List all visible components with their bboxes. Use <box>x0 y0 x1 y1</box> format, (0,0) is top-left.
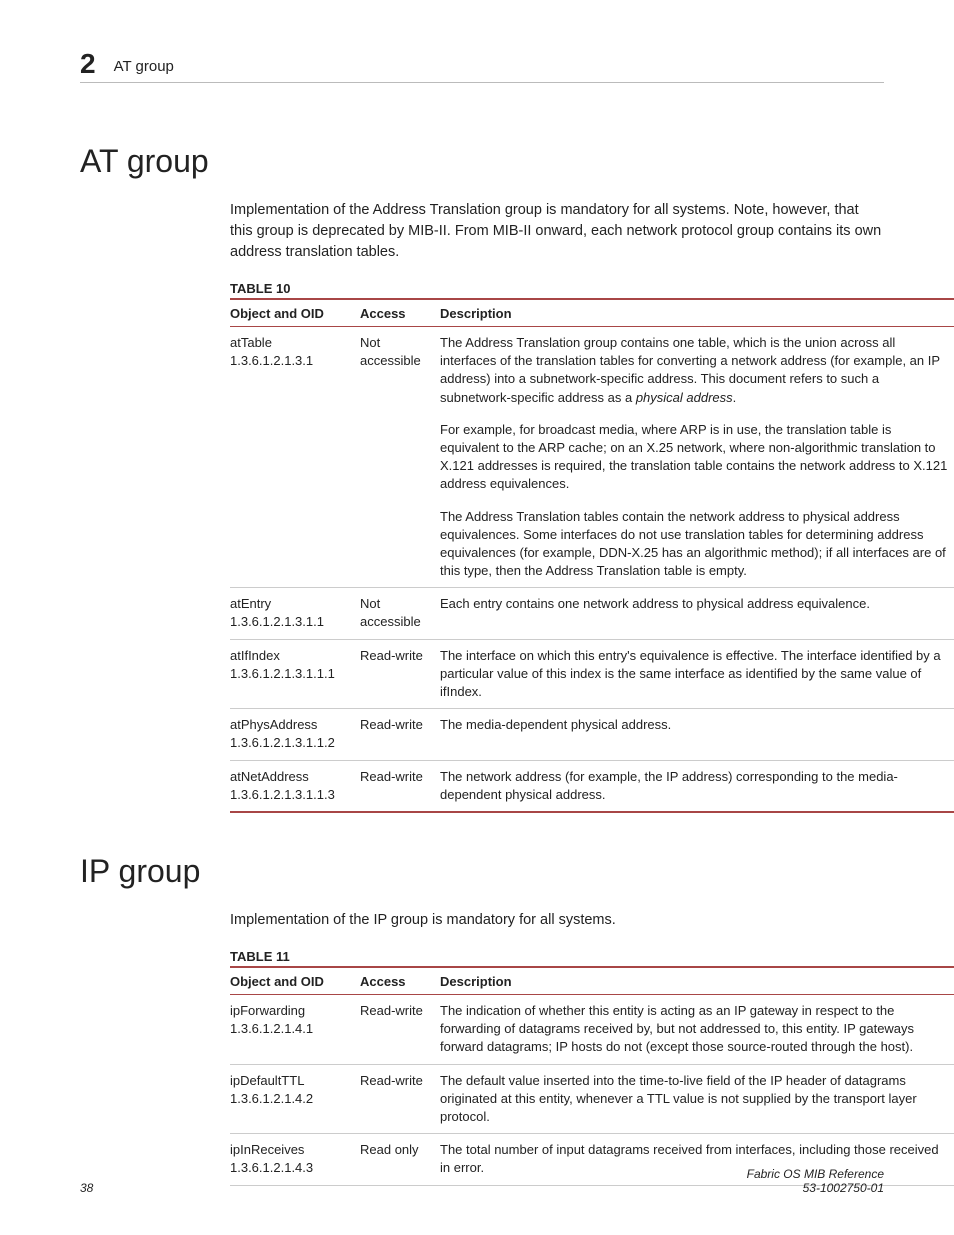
table-header-row: Object and OID Access Description <box>230 967 954 995</box>
desc-text: The default value inserted into the time… <box>440 1072 949 1127</box>
object-name: ipInReceives <box>230 1141 354 1159</box>
object-oid: 1.3.6.1.2.1.3.1.1 <box>230 613 354 631</box>
section2-intro: Implementation of the IP group is mandat… <box>230 910 884 931</box>
table-row: ipForwarding 1.3.6.1.2.1.4.1 Read-write … <box>230 995 954 1065</box>
desc-text: The Address Translation tables contain t… <box>440 508 949 581</box>
section1-intro: Implementation of the Address Translatio… <box>230 200 884 263</box>
object-oid: 1.3.6.1.2.1.4.1 <box>230 1020 354 1038</box>
table-row: atIfIndex 1.3.6.1.2.1.3.1.1.1 Read-write… <box>230 639 954 709</box>
object-name: atEntry <box>230 595 354 613</box>
page-footer: 38 Fabric OS MIB Reference 53-1002750-01 <box>80 1167 884 1195</box>
description-value: Each entry contains one network address … <box>440 588 954 639</box>
desc-text: Each entry contains one network address … <box>440 595 949 613</box>
table-row: atEntry 1.3.6.1.2.1.3.1.1 Not accessible… <box>230 588 954 639</box>
header-title: AT group <box>114 58 174 78</box>
table11-caption: TABLE 11 <box>230 949 884 964</box>
desc-text: The indication of whether this entity is… <box>440 1002 949 1057</box>
table-row: atNetAddress 1.3.6.1.2.1.3.1.1.3 Read-wr… <box>230 760 954 812</box>
table-row: ipDefaultTTL 1.3.6.1.2.1.4.2 Read-write … <box>230 1064 954 1134</box>
section-heading-at-group: AT group <box>80 143 884 180</box>
object-name: ipDefaultTTL <box>230 1072 354 1090</box>
description-value: The media-dependent physical address. <box>440 709 954 760</box>
object-name: ipForwarding <box>230 1002 354 1020</box>
page-number: 38 <box>80 1181 93 1195</box>
description-value: The interface on which this entry's equi… <box>440 639 954 709</box>
description-value: The network address (for example, the IP… <box>440 760 954 812</box>
table-row: atPhysAddress 1.3.6.1.2.1.3.1.1.2 Read-w… <box>230 709 954 760</box>
access-value: Not accessible <box>360 588 440 639</box>
col-object-and-oid: Object and OID <box>230 967 360 995</box>
access-value: Not accessible <box>360 327 440 588</box>
desc-text: For example, for broadcast media, where … <box>440 421 949 494</box>
col-description: Description <box>440 967 954 995</box>
running-header: 2 AT group <box>80 50 884 83</box>
object-oid: 1.3.6.1.2.1.3.1 <box>230 352 354 370</box>
object-oid: 1.3.6.1.2.1.3.1.1.2 <box>230 734 354 752</box>
access-value: Read-write <box>360 709 440 760</box>
table10: Object and OID Access Description atTabl… <box>230 298 954 813</box>
doc-id: 53-1002750-01 <box>747 1181 884 1195</box>
table10-caption: TABLE 10 <box>230 281 884 296</box>
col-description: Description <box>440 299 954 327</box>
chapter-number: 2 <box>80 50 96 78</box>
access-value: Read-write <box>360 639 440 709</box>
access-value: Read-write <box>360 1064 440 1134</box>
access-value: Read-write <box>360 760 440 812</box>
object-name: atPhysAddress <box>230 716 354 734</box>
col-access: Access <box>360 299 440 327</box>
object-name: atIfIndex <box>230 647 354 665</box>
table-row: atTable 1.3.6.1.2.1.3.1 Not accessible T… <box>230 327 954 588</box>
description-value: The indication of whether this entity is… <box>440 995 954 1065</box>
object-oid: 1.3.6.1.2.1.4.2 <box>230 1090 354 1108</box>
desc-text: . <box>733 390 737 405</box>
desc-text: The interface on which this entry's equi… <box>440 647 949 702</box>
access-value: Read-write <box>360 995 440 1065</box>
page: 2 AT group AT group Implementation of th… <box>0 0 954 1235</box>
object-name: atTable <box>230 334 354 352</box>
description-value: The default value inserted into the time… <box>440 1064 954 1134</box>
table11: Object and OID Access Description ipForw… <box>230 966 954 1186</box>
col-access: Access <box>360 967 440 995</box>
desc-italic: physical address <box>636 390 733 405</box>
object-name: atNetAddress <box>230 768 354 786</box>
section-heading-ip-group: IP group <box>80 853 884 890</box>
desc-text: The network address (for example, the IP… <box>440 768 949 804</box>
table-header-row: Object and OID Access Description <box>230 299 954 327</box>
desc-text: The media-dependent physical address. <box>440 716 949 734</box>
object-oid: 1.3.6.1.2.1.3.1.1.3 <box>230 786 354 804</box>
col-object-and-oid: Object and OID <box>230 299 360 327</box>
doc-title: Fabric OS MIB Reference <box>747 1167 884 1181</box>
object-oid: 1.3.6.1.2.1.3.1.1.1 <box>230 665 354 683</box>
description-value: The Address Translation group contains o… <box>440 327 954 588</box>
